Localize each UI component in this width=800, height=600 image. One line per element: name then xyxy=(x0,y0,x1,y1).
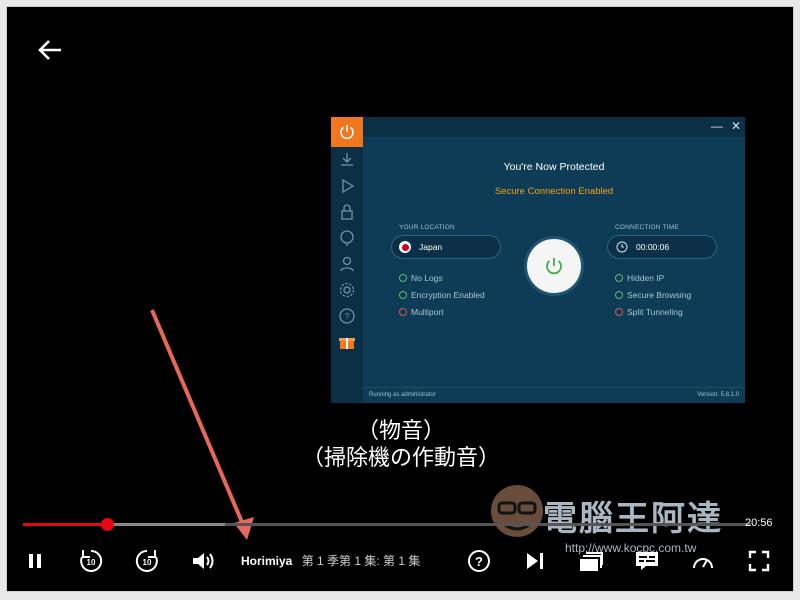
remaining-time: 20:56 xyxy=(745,517,773,529)
pause-button[interactable] xyxy=(21,547,49,575)
episodes-button[interactable] xyxy=(577,547,605,575)
progress-thumb[interactable] xyxy=(101,518,114,531)
help-button[interactable]: ? xyxy=(465,547,493,575)
next-episode-button[interactable] xyxy=(521,547,549,575)
volume-button[interactable] xyxy=(189,547,217,575)
svg-text:10: 10 xyxy=(87,558,96,567)
episode-info: Horimiya 第 1 季第 1 集: 第 1 集 xyxy=(241,552,420,569)
playback-speed-button[interactable] xyxy=(689,547,717,575)
episode-label: 第 1 季第 1 集: 第 1 集 xyxy=(301,554,421,568)
subtitles-audio-button[interactable] xyxy=(633,547,661,575)
svg-text:10: 10 xyxy=(143,558,152,567)
progress-buffered xyxy=(107,523,225,526)
video-player: ? — ✕ You're Now Protected Secure Connec… xyxy=(6,6,794,592)
show-title: Horimiya xyxy=(241,554,293,568)
svg-text:?: ? xyxy=(475,554,483,569)
rewind-10-button[interactable]: 10 xyxy=(77,547,105,575)
progress-played xyxy=(23,523,107,526)
fullscreen-button[interactable] xyxy=(745,547,773,575)
forward-10-button[interactable]: 10 xyxy=(133,547,161,575)
watermark-text: 電腦王阿達 xyxy=(543,500,723,538)
